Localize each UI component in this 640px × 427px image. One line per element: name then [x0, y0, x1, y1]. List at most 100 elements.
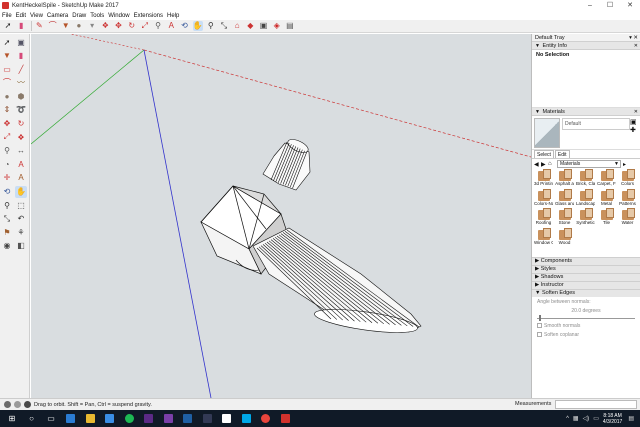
- model-viewport[interactable]: [31, 34, 531, 398]
- extension-icon[interactable]: ◆: [245, 21, 255, 31]
- chrome-icon[interactable]: [258, 411, 274, 427]
- dimension-icon[interactable]: ↔: [15, 145, 27, 157]
- pencil-icon[interactable]: ✎: [34, 21, 44, 31]
- tape-measure-icon[interactable]: ⚲: [1, 145, 13, 157]
- line-icon[interactable]: ⌒: [48, 21, 58, 31]
- material-folder-item[interactable]: Water: [618, 208, 637, 230]
- zoom-icon[interactable]: ⚲: [206, 21, 216, 31]
- tape-measure-icon[interactable]: ⚲: [153, 21, 163, 31]
- orbit-icon[interactable]: ⟲: [179, 21, 189, 31]
- material-library-select[interactable]: Materials ▼: [557, 160, 621, 168]
- scale-icon[interactable]: ⤢: [140, 21, 150, 31]
- eraser-icon[interactable]: ▮: [15, 50, 27, 62]
- notifications-icon[interactable]: ▤: [628, 415, 634, 422]
- move-icon[interactable]: ✥: [1, 118, 13, 130]
- credits-icon[interactable]: [14, 401, 21, 408]
- section-plane-icon[interactable]: ◧: [15, 240, 27, 252]
- menu-window[interactable]: Window: [108, 13, 129, 19]
- minimize-button[interactable]: –: [580, 0, 600, 11]
- components-icon[interactable]: ▣: [259, 21, 269, 31]
- eraser-icon[interactable]: ▮: [16, 21, 26, 31]
- orbit-icon[interactable]: ⟲: [1, 186, 13, 198]
- offset-icon[interactable]: ❖: [15, 131, 27, 143]
- spotify-icon[interactable]: [121, 411, 137, 427]
- freehand-icon[interactable]: 〰: [15, 77, 27, 89]
- tab-select[interactable]: Select: [534, 150, 554, 158]
- polygon-icon[interactable]: ⬢: [15, 90, 27, 102]
- measurements-input[interactable]: [555, 400, 637, 409]
- search-icon[interactable]: ○: [24, 411, 40, 427]
- menu-draw[interactable]: Draw: [72, 13, 86, 19]
- angle-slider[interactable]: [537, 315, 635, 321]
- smooth-normals-checkbox[interactable]: [537, 323, 542, 329]
- task-view-icon[interactable]: ▭: [43, 411, 59, 427]
- axes-icon[interactable]: ✛: [1, 172, 13, 184]
- line-icon[interactable]: ╱: [15, 63, 27, 75]
- forward-icon[interactable]: ▶: [541, 161, 548, 168]
- pan-icon[interactable]: ✋: [15, 185, 27, 198]
- instructor-panel-header[interactable]: ▶ Instructor: [532, 281, 640, 289]
- move-icon[interactable]: ✥: [114, 21, 124, 31]
- zoom-extents-icon[interactable]: ⤡: [219, 21, 229, 31]
- windows-start-icon[interactable]: ⊞: [4, 411, 20, 427]
- volume-icon[interactable]: ◁): [583, 415, 590, 422]
- soften-edges-panel-header[interactable]: ▼ Soften Edges: [532, 289, 640, 297]
- material-folder-item[interactable]: Window C: [534, 227, 553, 250]
- arc-icon[interactable]: ⌒: [1, 77, 13, 89]
- material-folder-item[interactable]: Tile: [597, 208, 616, 230]
- ruby-icon[interactable]: ◈: [272, 21, 282, 31]
- smooth-normals-row[interactable]: Smooth normals: [537, 323, 635, 329]
- material-folder-item[interactable]: Synthetic: [576, 208, 595, 230]
- premiere-icon-2[interactable]: [160, 411, 176, 427]
- home-icon[interactable]: ⌂: [548, 161, 555, 167]
- material-folder-item[interactable]: Wood: [555, 227, 574, 250]
- menu-edit[interactable]: Edit: [16, 13, 26, 19]
- store-icon[interactable]: [102, 411, 118, 427]
- user-icon[interactable]: [24, 401, 31, 408]
- soften-coplanar-row[interactable]: Soften coplanar: [537, 332, 635, 338]
- zoom-icon[interactable]: ⚲: [1, 199, 13, 211]
- push-pull-icon[interactable]: ⇕: [1, 104, 13, 116]
- display-secondary-icon[interactable]: ▣: [630, 118, 638, 126]
- material-name-field[interactable]: Default: [562, 118, 630, 130]
- previous-icon[interactable]: ↶: [15, 213, 27, 225]
- network-icon[interactable]: ▦: [573, 415, 579, 422]
- select-icon[interactable]: ➚: [3, 21, 13, 31]
- zoom-extents-icon[interactable]: ⤡: [1, 213, 13, 225]
- close-icon[interactable]: ✕: [634, 42, 638, 50]
- sketchup-taskbar-icon[interactable]: [277, 411, 293, 427]
- tray-controls[interactable]: ▾ ✕: [629, 34, 638, 42]
- file-explorer-icon[interactable]: [82, 411, 98, 427]
- menu-view[interactable]: View: [30, 13, 43, 19]
- rectangle-icon[interactable]: ▭: [1, 63, 13, 75]
- slider-thumb[interactable]: [539, 315, 541, 321]
- skype-icon[interactable]: [238, 411, 254, 427]
- paint-bucket-icon[interactable]: ▼: [1, 50, 13, 62]
- soften-coplanar-checkbox[interactable]: [537, 332, 542, 338]
- details-icon[interactable]: ▸: [623, 161, 630, 168]
- rotate-icon[interactable]: ↻: [15, 118, 27, 130]
- chevron-up-icon[interactable]: ^: [566, 416, 569, 422]
- paint-bucket-icon[interactable]: ▼: [61, 21, 71, 31]
- follow-me-icon[interactable]: ➰: [15, 104, 27, 116]
- circle-icon[interactable]: ●: [74, 21, 84, 31]
- clock[interactable]: 8:18 AM 4/3/2017: [603, 413, 622, 425]
- entity-info-header[interactable]: ▼ Entity Info ✕: [532, 42, 640, 50]
- text-icon[interactable]: A: [166, 21, 176, 31]
- scale-icon[interactable]: ⤢: [1, 131, 13, 143]
- menu-file[interactable]: File: [2, 13, 12, 19]
- tab-edit[interactable]: Edit: [554, 150, 570, 158]
- protractor-icon[interactable]: ◔: [1, 158, 13, 170]
- make-component-icon[interactable]: ▣: [15, 36, 27, 48]
- menu-extensions[interactable]: Extensions: [134, 13, 163, 19]
- model-canvas[interactable]: [31, 34, 531, 398]
- pan-icon[interactable]: ✋: [192, 21, 203, 31]
- circle-icon[interactable]: ●: [1, 90, 13, 102]
- warehouse-icon[interactable]: ⌂: [232, 21, 242, 31]
- material-swatch[interactable]: [534, 118, 560, 148]
- maximize-button[interactable]: ☐: [600, 0, 620, 11]
- text-icon[interactable]: A: [15, 158, 27, 170]
- menu-camera[interactable]: Camera: [47, 13, 68, 19]
- battery-icon[interactable]: ▭: [593, 415, 599, 422]
- media-encoder-icon[interactable]: [199, 411, 215, 427]
